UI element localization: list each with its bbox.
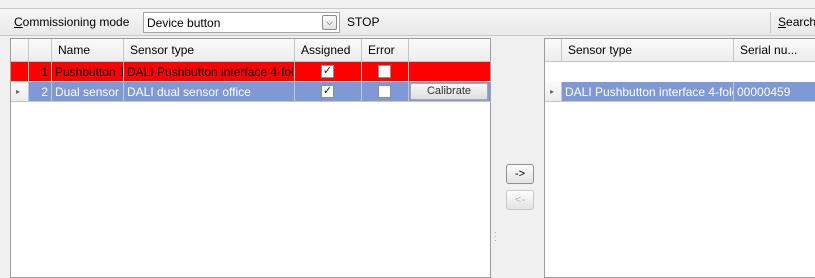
action-cell: [409, 62, 492, 82]
calibrate-button[interactable]: Calibrate: [410, 83, 488, 100]
header-action: [409, 39, 492, 62]
splitter-grip-icon[interactable]: · · ·: [494, 229, 497, 245]
row-indicator[interactable]: [11, 62, 29, 82]
grid-header: Sensor type Serial nu...: [545, 39, 815, 62]
table-row[interactable]: ▸ 2 Dual sensor 2 DALI dual sensor offic…: [11, 82, 492, 102]
column-header-assigned[interactable]: Assigned: [295, 39, 362, 62]
commissioning-mode-select[interactable]: Device button ⌵: [143, 12, 340, 33]
column-header-error[interactable]: Error: [362, 39, 409, 62]
commissioning-mode-value: Device button: [147, 16, 221, 30]
row-number: 1: [29, 62, 52, 82]
error-checkbox[interactable]: [378, 85, 391, 98]
assigned-cell: ✓: [295, 82, 362, 102]
column-header-sensor-type[interactable]: Sensor type: [562, 39, 734, 62]
column-header-name[interactable]: Name: [52, 39, 124, 62]
transfer-panel: -> <- · · ·: [491, 38, 544, 278]
action-cell: Calibrate: [409, 82, 492, 102]
name-cell[interactable]: Pushbutton 1: [52, 62, 124, 82]
table-row[interactable]: 1 Pushbutton 1 DALI Pushbutton interface…: [11, 62, 492, 82]
sensor-type-cell[interactable]: DALI dual sensor office: [124, 82, 295, 102]
header-indicator: [545, 39, 562, 62]
header-number: [29, 39, 52, 62]
assigned-sensors-grid: Name Sensor type Assigned Error 1 Pushbu…: [10, 38, 492, 278]
serial-number-cell[interactable]: 00000459: [734, 82, 815, 102]
column-header-sensor-type[interactable]: Sensor type: [124, 39, 295, 62]
assigned-checkbox[interactable]: ✓: [321, 65, 334, 78]
commissioning-toolbar: Commissioning mode Device button ⌵ STOP …: [0, 8, 815, 36]
error-cell: [362, 62, 409, 82]
triangle-right-icon[interactable]: ▸: [545, 82, 562, 102]
triangle-right-icon[interactable]: ▸: [11, 82, 29, 102]
assigned-checkbox[interactable]: ✓: [321, 85, 334, 98]
name-cell[interactable]: Dual sensor 2: [52, 82, 124, 102]
available-sensors-grid: Sensor type Serial nu... ▸ DALI Pushbutt…: [544, 38, 815, 278]
commissioning-mode-label: Commissioning mode: [14, 15, 130, 29]
search-button[interactable]: Search: [770, 12, 815, 33]
error-checkbox[interactable]: [378, 65, 391, 78]
sensor-type-cell[interactable]: DALI Pushbutton interface 4-fold: [562, 82, 734, 102]
table-row[interactable]: ▸ DALI Pushbutton interface 4-fold 00000…: [545, 82, 815, 102]
status-text: STOP: [347, 15, 380, 29]
assigned-cell: ✓: [295, 62, 362, 82]
header-indicator: [11, 39, 29, 62]
unassign-button[interactable]: <-: [506, 190, 534, 210]
sensor-type-cell[interactable]: DALI Pushbutton interface 4-fold: [124, 62, 295, 82]
column-header-serial-number[interactable]: Serial nu...: [734, 39, 815, 62]
row-number: 2: [29, 82, 52, 102]
error-cell: [362, 82, 409, 102]
grid-header: Name Sensor type Assigned Error: [11, 39, 492, 62]
chevron-down-icon[interactable]: ⌵: [322, 15, 337, 30]
assign-button[interactable]: ->: [506, 164, 534, 184]
